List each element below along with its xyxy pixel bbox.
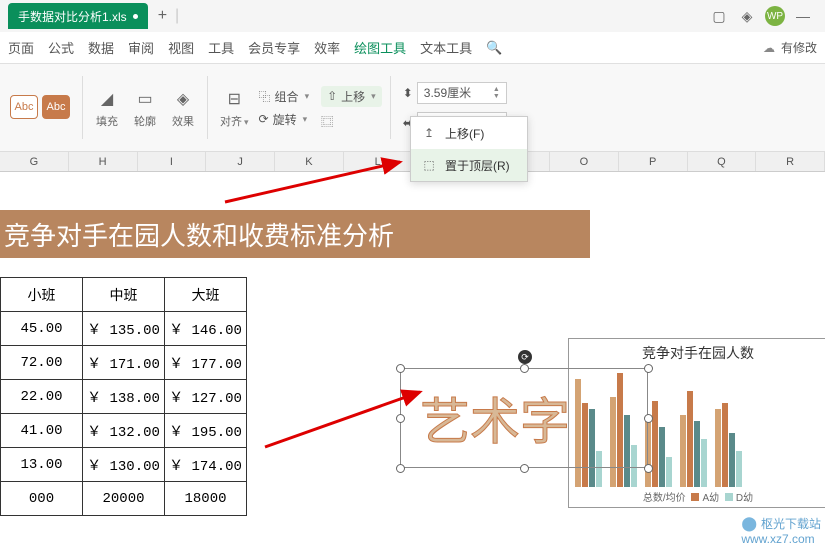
table-row: 41.00￥ 132.00￥ 195.00 xyxy=(1,414,247,448)
menu-member[interactable]: 会员专享 xyxy=(248,38,300,57)
window-copy-icon[interactable]: ▢ xyxy=(705,2,733,30)
title-banner: 竞争对手在园人数和收费标准分析 xyxy=(0,210,590,258)
new-tab-button[interactable]: | xyxy=(158,7,180,25)
resize-handle[interactable] xyxy=(520,364,529,373)
table-row: 45.00￥ 135.00￥ 146.00 xyxy=(1,312,247,346)
height-icon: ⬍ xyxy=(403,86,413,100)
chart-title: 竞争对手在园人数 xyxy=(569,343,825,363)
bring-front-icon: ⬚ xyxy=(421,157,437,173)
unsaved-indicator-icon xyxy=(133,14,138,19)
menubar: 页面 公式 数据 审阅 视图 工具 会员专享 效率 绘图工具 文本工具 🔍 有修… xyxy=(0,32,825,64)
menu-move-up[interactable]: ↥ 上移(F) xyxy=(411,117,527,149)
format-preset-group: Abc Abc xyxy=(6,72,74,143)
menu-draw-tools[interactable]: 绘图工具 xyxy=(354,38,406,57)
rotate-icon: ⟳ xyxy=(259,112,269,126)
resize-handle[interactable] xyxy=(644,464,653,473)
table-header[interactable]: 小班 xyxy=(1,278,83,312)
effect-group[interactable]: ◈ 效果 xyxy=(167,72,199,143)
table-row: 72.00￥ 171.00￥ 177.00 xyxy=(1,346,247,380)
menu-efficiency[interactable]: 效率 xyxy=(314,38,340,57)
align-group[interactable]: ⊟ 对齐▾ xyxy=(216,72,253,143)
move-up-icon: ↥ xyxy=(421,125,437,141)
file-tab[interactable]: 手数据对比分析1.xls xyxy=(8,3,148,29)
menu-data[interactable]: 数据 xyxy=(88,38,114,57)
chart-legend: 总数/均价 A幼 D幼 xyxy=(569,489,825,504)
globe-icon xyxy=(741,515,757,532)
menu-text-tools[interactable]: 文本工具 xyxy=(420,38,472,57)
search-icon[interactable]: 🔍 xyxy=(486,40,502,56)
col-header[interactable]: L xyxy=(344,152,413,171)
col-header[interactable]: K xyxy=(275,152,344,171)
menu-review[interactable]: 审阅 xyxy=(128,38,154,57)
table-row: 22.00￥ 138.00￥ 127.00 xyxy=(1,380,247,414)
col-header[interactable]: Q xyxy=(688,152,757,171)
group-icon: ⿻ xyxy=(259,88,271,105)
table-header[interactable]: 中班 xyxy=(83,278,165,312)
group-button[interactable]: ⿻ 组合▾ xyxy=(259,88,310,105)
sync-status: 有修改 xyxy=(781,39,817,56)
moveup-button[interactable]: ⇧ 上移▾ xyxy=(321,86,382,107)
height-input[interactable]: 3.59厘米 ▲▼ xyxy=(417,82,507,104)
menu-view[interactable]: 视图 xyxy=(168,38,194,57)
col-header[interactable]: H xyxy=(69,152,138,171)
avatar[interactable]: WP xyxy=(761,2,789,30)
resize-handle[interactable] xyxy=(644,414,653,423)
col-header[interactable]: R xyxy=(756,152,825,171)
outline-group[interactable]: ▭ 轮廓 xyxy=(129,72,161,143)
cube-icon[interactable]: ◈ xyxy=(733,2,761,30)
col-header[interactable]: J xyxy=(206,152,275,171)
wordart-text: 艺术字 xyxy=(420,382,570,454)
table-row: 小班 中班 大班 xyxy=(1,278,247,312)
table-row: 13.00￥ 130.00￥ 174.00 xyxy=(1,448,247,482)
col-header[interactable]: O xyxy=(550,152,619,171)
data-table: 小班 中班 大班 45.00￥ 135.00￥ 146.00 72.00￥ 17… xyxy=(0,277,247,516)
col-header[interactable]: I xyxy=(138,152,207,171)
resize-handle[interactable] xyxy=(644,364,653,373)
effect-icon: ◈ xyxy=(171,87,195,111)
resize-handle[interactable] xyxy=(396,364,405,373)
fill-group[interactable]: ◢ 填充 xyxy=(91,72,123,143)
table-header[interactable]: 大班 xyxy=(165,278,247,312)
menu-page[interactable]: 页面 xyxy=(8,38,34,57)
fill-icon: ◢ xyxy=(95,87,119,111)
col-header[interactable]: G xyxy=(0,152,69,171)
minimize-button[interactable]: — xyxy=(789,2,817,30)
watermark: 枢光下载站 www.xz7.com xyxy=(741,515,821,546)
rotate-button[interactable]: ⟳ 旋转▾ xyxy=(259,111,310,128)
menu-formula[interactable]: 公式 xyxy=(48,38,74,57)
titlebar: 手数据对比分析1.xls | ▢ ◈ WP — xyxy=(0,0,825,32)
resize-handle[interactable] xyxy=(396,464,405,473)
file-tab-label: 手数据对比分析1.xls xyxy=(18,8,127,25)
menu-tools[interactable]: 工具 xyxy=(208,38,234,57)
selection-pane-button[interactable]: ⿴ xyxy=(321,113,382,130)
menu-bring-to-front[interactable]: ⬚ 置于顶层(R) xyxy=(411,149,527,181)
format-preset-outline[interactable]: Abc xyxy=(10,95,38,119)
sheet-area[interactable]: 竞争对手在园人数和收费标准分析 小班 中班 大班 45.00￥ 135.00￥ … xyxy=(0,172,825,552)
outline-icon: ▭ xyxy=(133,87,157,111)
moveup-dropdown: ↥ 上移(F) ⬚ 置于顶层(R) xyxy=(410,116,528,182)
rotate-handle[interactable]: ⟳ xyxy=(518,350,532,364)
resize-handle[interactable] xyxy=(396,414,405,423)
resize-handle[interactable] xyxy=(520,464,529,473)
col-header[interactable]: P xyxy=(619,152,688,171)
format-preset-solid[interactable]: Abc xyxy=(42,95,70,119)
table-row: 0002000018000 xyxy=(1,482,247,516)
cloud-icon xyxy=(763,41,775,55)
selection-pane-icon: ⿴ xyxy=(321,113,333,130)
align-icon: ⊟ xyxy=(222,87,246,111)
moveup-icon: ⇧ xyxy=(327,89,337,103)
